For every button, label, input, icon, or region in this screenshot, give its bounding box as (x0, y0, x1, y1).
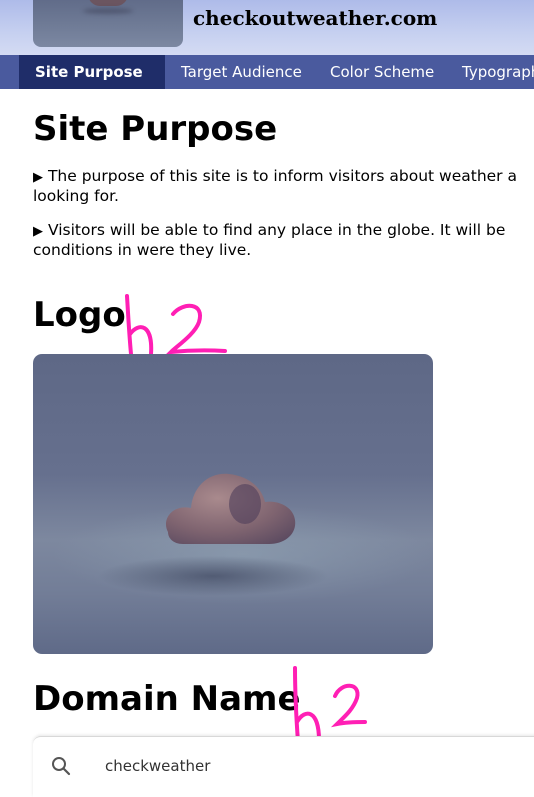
triangle-bullet-icon: ▶ (33, 224, 43, 239)
search-bar[interactable]: checkweather (33, 736, 534, 797)
purpose-paragraph-2-line-1: Visitors will be able to find any place … (47, 221, 506, 239)
page-title: Site Purpose (33, 109, 278, 149)
main-nav: Site Purpose Target Audience Color Schem… (0, 55, 534, 89)
h2-annotation (125, 294, 227, 356)
header-logo-image[interactable] (33, 0, 183, 47)
cloud-shadow (83, 8, 133, 14)
nav-tab-typography[interactable]: Typography (446, 55, 534, 89)
logo-heading: Logo (33, 295, 126, 335)
search-icon[interactable] (51, 756, 71, 776)
cloud-logo-icon (53, 473, 433, 604)
triangle-bullet-icon: ▶ (33, 170, 43, 185)
domain-name-heading: Domain Name (33, 679, 301, 719)
purpose-paragraph-2-line-2: conditions in were they live. (33, 241, 252, 259)
purpose-paragraph-1-line-1: The purpose of this site is to inform vi… (47, 167, 517, 185)
logo-image[interactable] (33, 354, 433, 654)
search-input[interactable]: checkweather (105, 757, 210, 775)
site-header: checkoutweather.com (0, 0, 534, 55)
site-name[interactable]: checkoutweather.com (193, 6, 437, 30)
purpose-paragraph-1-line-2: looking for. (33, 187, 119, 205)
purpose-paragraph-2: ▶ Visitors will be able to find any plac… (33, 221, 534, 259)
nav-tab-site-purpose[interactable]: Site Purpose (19, 55, 165, 89)
cloud-icon (88, 0, 128, 6)
nav-tab-target-audience[interactable]: Target Audience (165, 55, 318, 89)
purpose-paragraph-1: ▶ The purpose of this site is to inform … (33, 167, 534, 205)
nav-tab-color-scheme[interactable]: Color Scheme (314, 55, 450, 89)
